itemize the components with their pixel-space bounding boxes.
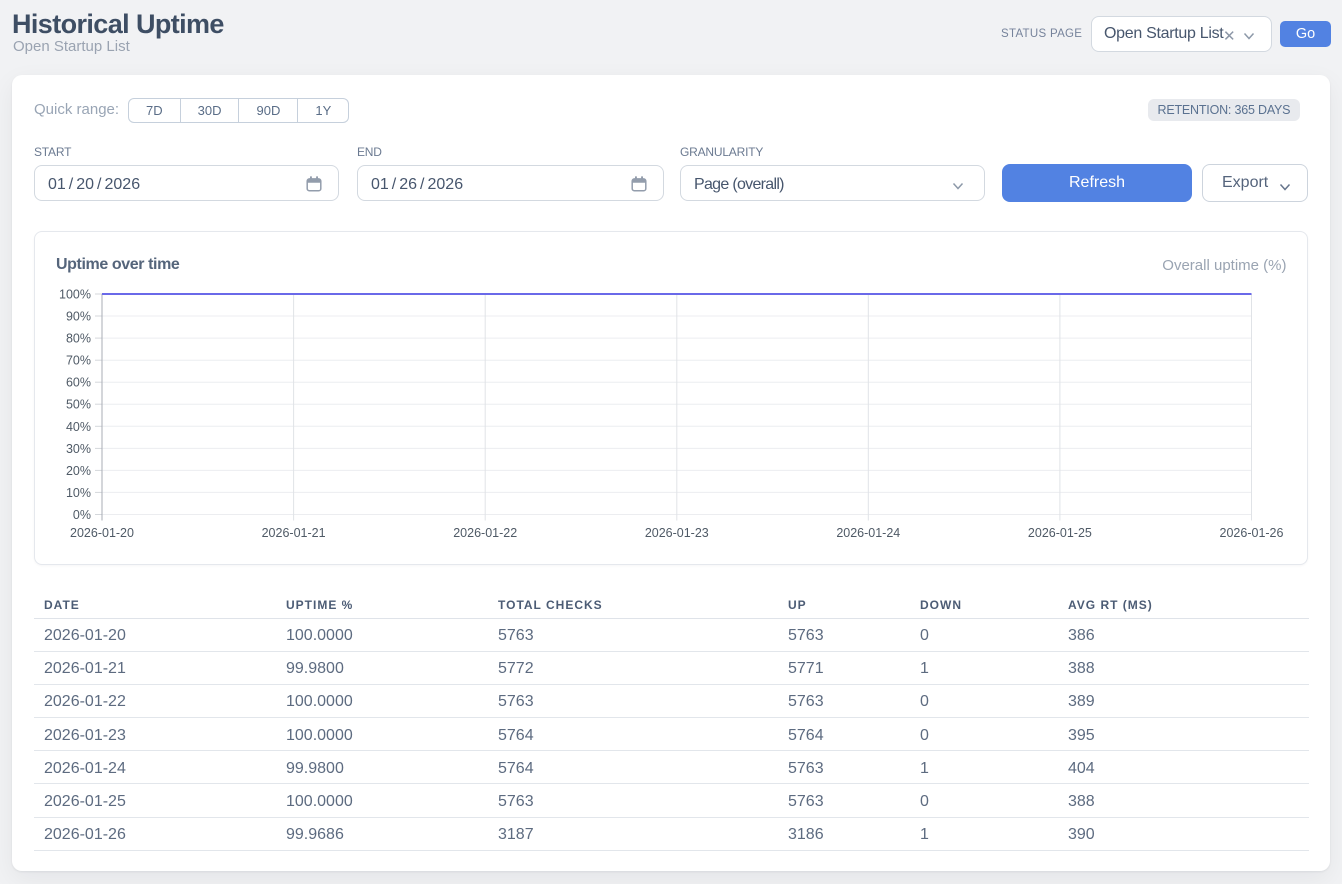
svg-text:100%: 100%: [59, 287, 91, 301]
svg-text:70%: 70%: [65, 353, 90, 367]
svg-text:0%: 0%: [72, 508, 90, 522]
svg-text:90%: 90%: [65, 309, 90, 323]
svg-text:2026-01-24: 2026-01-24: [836, 526, 900, 540]
svg-text:2026-01-25: 2026-01-25: [1027, 526, 1091, 540]
svg-text:2026-01-23: 2026-01-23: [644, 526, 708, 540]
svg-text:2026-01-22: 2026-01-22: [453, 526, 517, 540]
svg-text:20%: 20%: [65, 463, 90, 477]
svg-text:60%: 60%: [65, 375, 90, 389]
svg-text:2026-01-21: 2026-01-21: [261, 526, 325, 540]
svg-text:50%: 50%: [65, 397, 90, 411]
svg-text:30%: 30%: [65, 441, 90, 455]
svg-text:80%: 80%: [65, 331, 90, 345]
svg-text:2026-01-20: 2026-01-20: [70, 526, 134, 540]
svg-text:10%: 10%: [65, 485, 90, 499]
svg-text:40%: 40%: [65, 419, 90, 433]
svg-text:2026-01-26: 2026-01-26: [1219, 526, 1283, 540]
